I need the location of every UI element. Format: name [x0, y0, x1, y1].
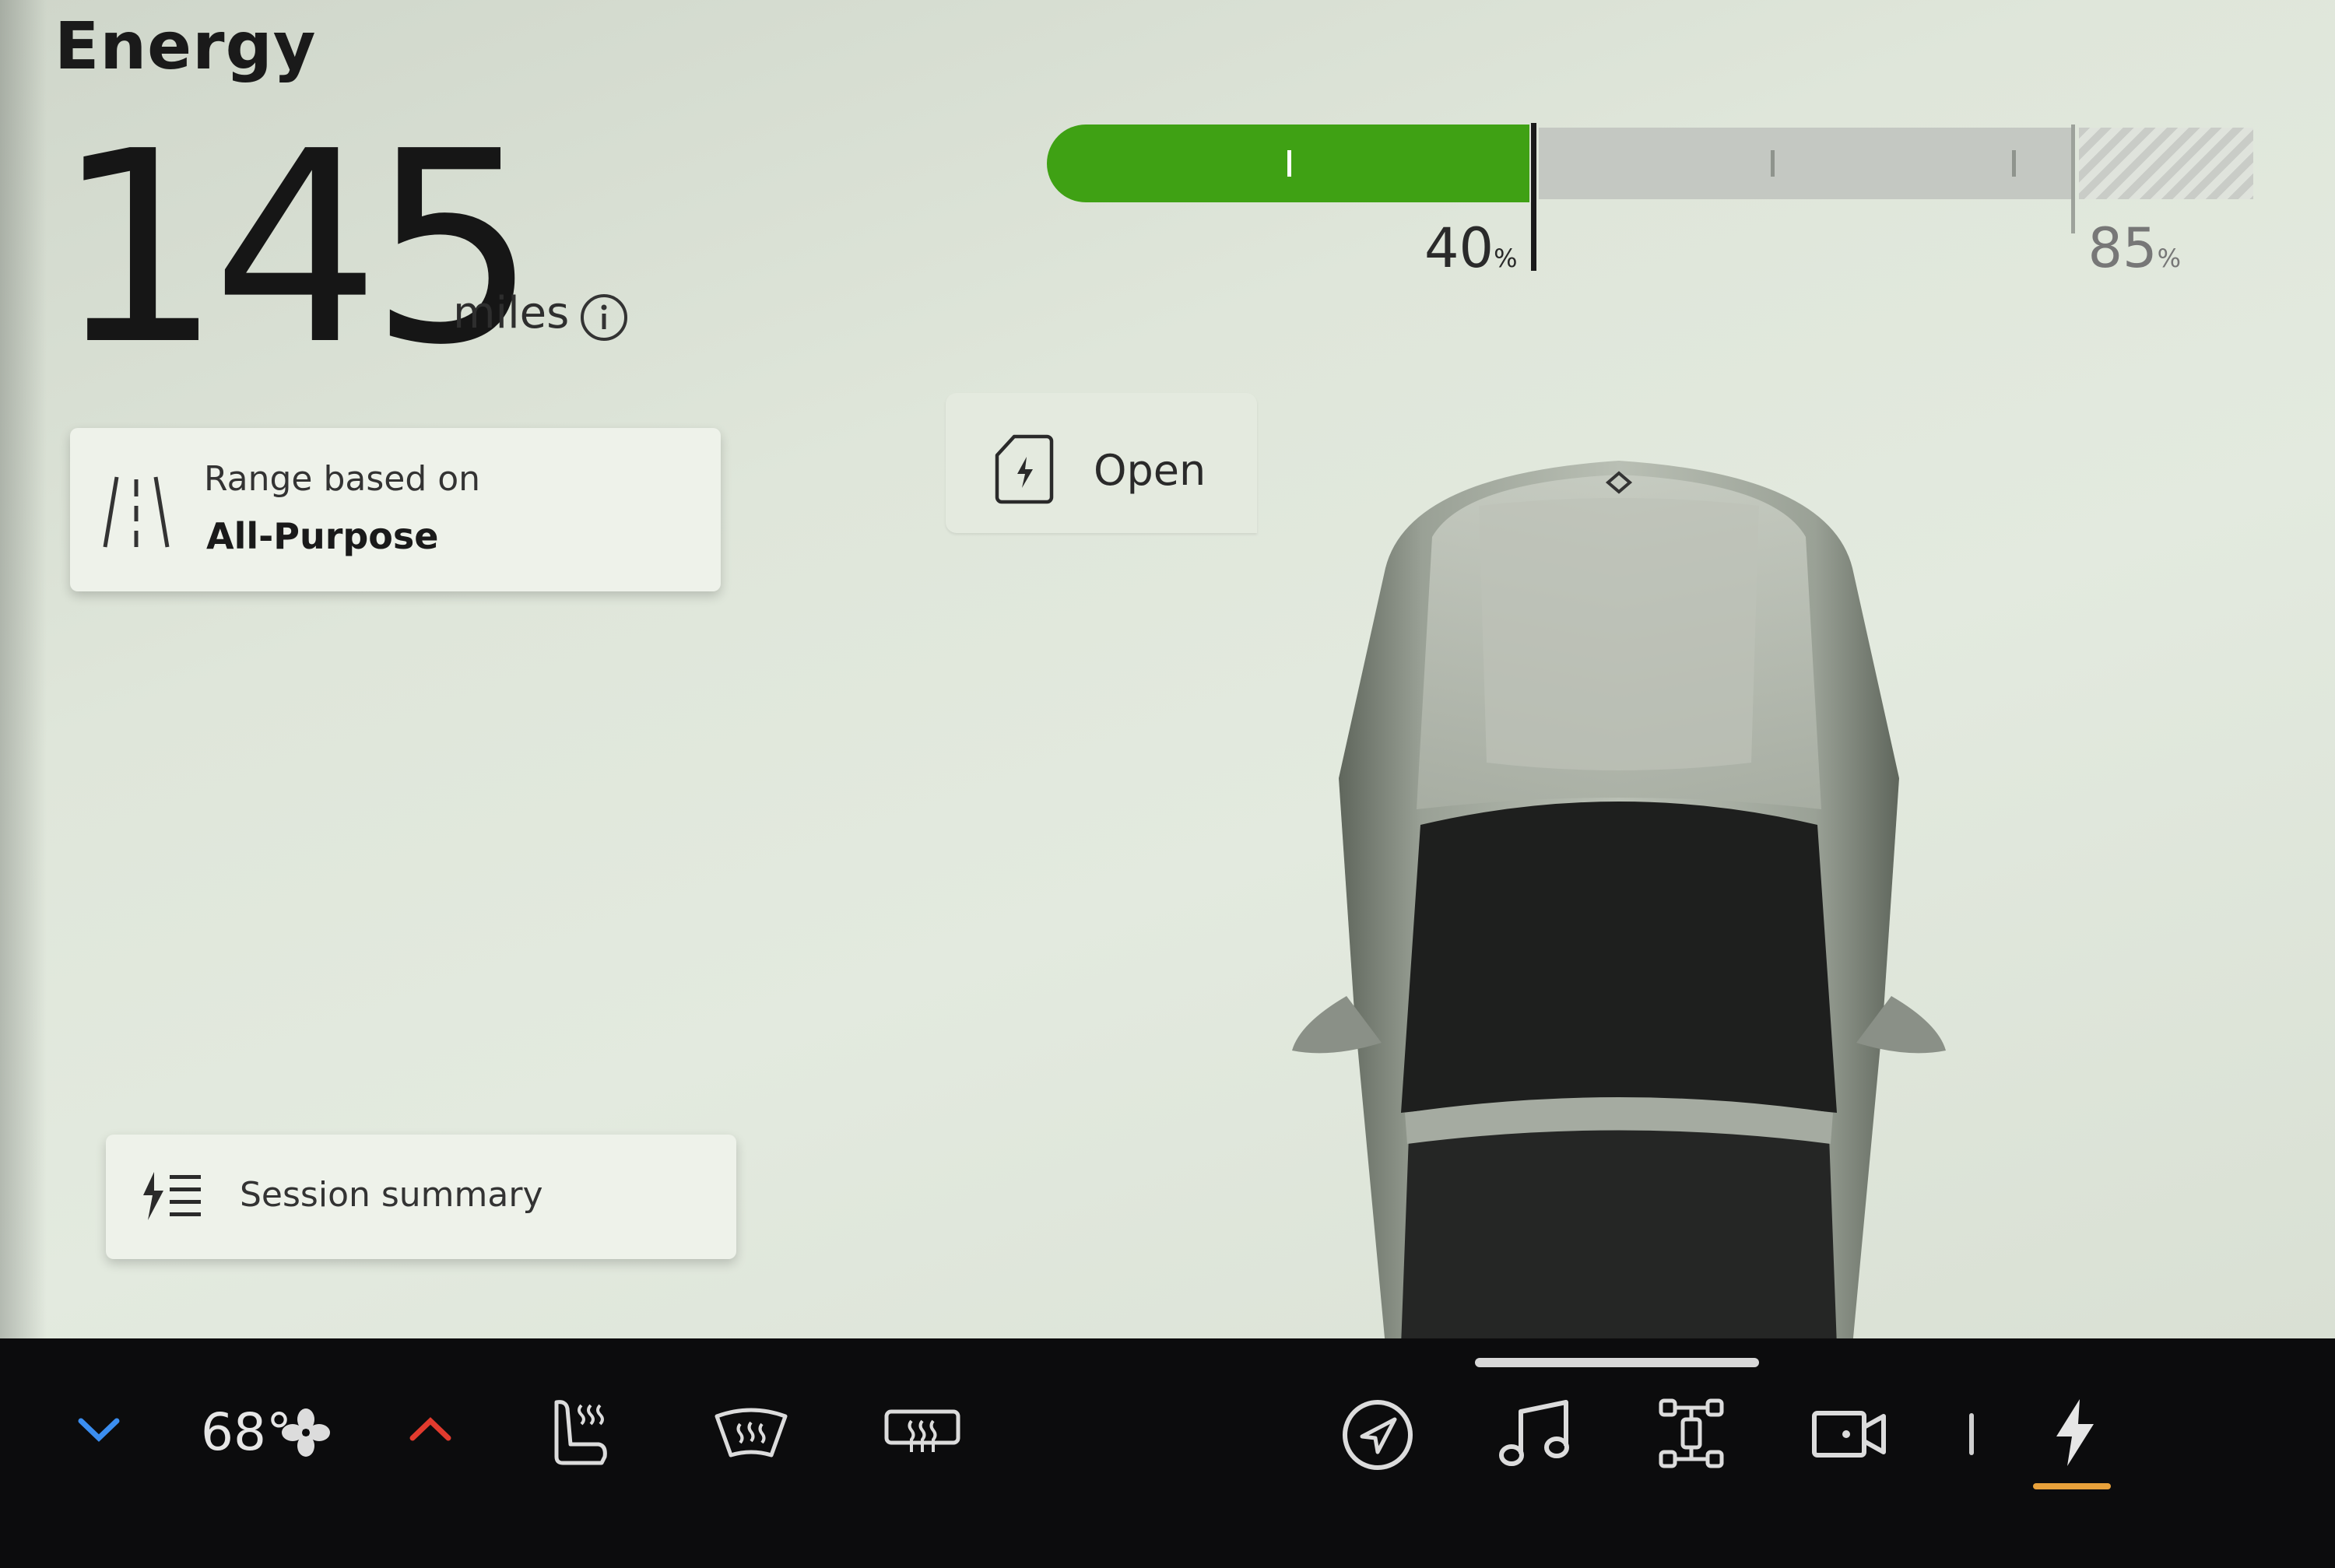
vehicle-icon[interactable] [1658, 1396, 1725, 1471]
battery-unavailable [2078, 128, 2253, 199]
current-charge-label: 40% [1424, 216, 1517, 280]
range-mode-button[interactable]: Range based on All-Purpose [70, 428, 721, 591]
bottom-bar [0, 1338, 2335, 1568]
navigation-icon[interactable] [1340, 1398, 1415, 1472]
charge-port-icon [995, 434, 1054, 504]
charge-port-button[interactable]: Open [946, 393, 1257, 533]
charge-limit-label: 85% [2088, 216, 2181, 280]
charge-limit-marker[interactable] [2070, 125, 2075, 233]
bar-tick [1287, 150, 1291, 177]
home-indicator[interactable] [1475, 1358, 1759, 1367]
active-tab-indicator [2033, 1483, 2111, 1489]
range-unit: miles [453, 288, 570, 339]
divider [1969, 1413, 1974, 1455]
battery-level-bar[interactable]: 40% 85% [1047, 123, 2253, 280]
camera-icon[interactable] [1810, 1407, 1888, 1461]
charge-limit-value: 85 [2087, 216, 2158, 280]
vehicle-image [1292, 461, 1946, 1338]
bar-tick [1771, 150, 1775, 177]
page-title: Energy [54, 8, 317, 84]
range-card-value: All-Purpose [206, 515, 439, 557]
current-charge-marker [1531, 123, 1536, 271]
energy-icon[interactable] [2052, 1398, 2097, 1468]
current-charge-value: 40 [1424, 216, 1494, 280]
battery-remaining [1539, 128, 2073, 199]
percent-symbol: % [2157, 244, 2181, 273]
music-icon[interactable] [1496, 1398, 1572, 1471]
temp-up-icon[interactable] [408, 1416, 453, 1443]
temperature-display[interactable]: 68° [201, 1402, 292, 1462]
session-summary-button[interactable]: Session summary [106, 1135, 736, 1259]
fan-icon[interactable] [282, 1408, 330, 1457]
session-summary-label: Session summary [240, 1175, 543, 1215]
bar-tick [2012, 150, 2016, 177]
rear-defrost-icon[interactable] [882, 1407, 963, 1457]
charge-port-status: Open [1094, 446, 1206, 495]
energy-screen: Energy 145 miles Range based on All-Purp… [0, 0, 2335, 1338]
temp-down-icon[interactable] [76, 1416, 121, 1443]
seat-heat-icon[interactable] [549, 1398, 616, 1468]
info-icon[interactable] [579, 293, 629, 342]
session-summary-icon [143, 1172, 201, 1220]
range-card-label: Range based on [204, 459, 481, 499]
front-defrost-icon[interactable] [712, 1405, 790, 1460]
road-icon [103, 476, 170, 548]
percent-symbol: % [1494, 244, 1518, 273]
